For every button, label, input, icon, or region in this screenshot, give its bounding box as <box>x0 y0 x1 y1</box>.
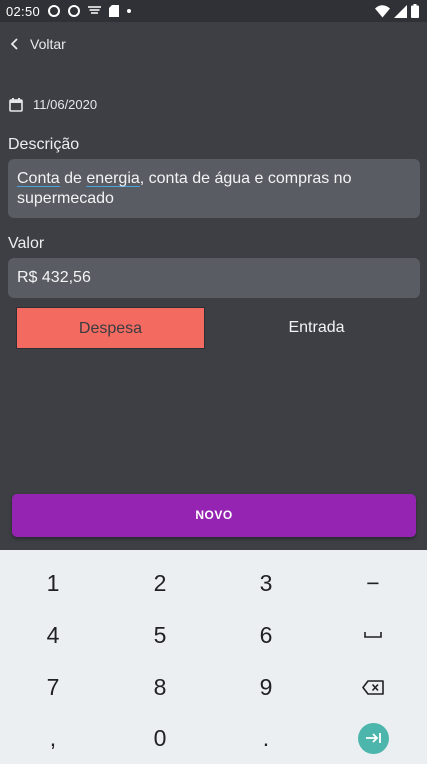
circle-notification-icon <box>48 5 60 17</box>
key-9[interactable]: 9 <box>213 661 319 713</box>
key-space[interactable] <box>320 609 426 661</box>
key-8[interactable]: 8 <box>107 661 213 713</box>
space-icon <box>364 632 382 638</box>
key-1[interactable]: 1 <box>0 557 106 609</box>
key-period[interactable]: . <box>213 712 319 764</box>
key-enter[interactable] <box>320 712 426 764</box>
key-6[interactable]: 6 <box>213 609 319 661</box>
enter-button-circle <box>357 722 389 754</box>
expense-form-screen: Voltar 11/06/2020 Descrição Conta de ene… <box>0 22 427 550</box>
numeric-keyboard: 1 2 3 − 4 5 6 7 8 9 , 0 . <box>0 550 427 764</box>
wifi-signal-icon <box>88 6 101 14</box>
status-time: 02:50 <box>6 4 41 19</box>
description-text-part: de <box>59 170 87 187</box>
back-button[interactable]: Voltar <box>10 36 66 52</box>
description-input[interactable]: Conta de energia, conta de água e compra… <box>8 159 420 218</box>
calendar-icon <box>9 97 23 112</box>
chevron-left-icon <box>10 38 18 50</box>
cell-signal-icon <box>394 4 407 18</box>
new-entry-button[interactable]: NOVO <box>12 494 416 537</box>
status-left-icons <box>48 4 131 18</box>
key-3[interactable]: 3 <box>213 557 319 609</box>
battery-icon <box>411 4 419 18</box>
dot-icon <box>127 9 131 13</box>
backspace-icon <box>362 679 384 695</box>
income-type-button[interactable]: Entrada <box>222 307 411 349</box>
status-right-icons <box>375 3 419 19</box>
wifi-icon <box>375 4 390 17</box>
amount-input[interactable]: R$ 432,56 <box>8 258 420 298</box>
key-0[interactable]: 0 <box>107 712 213 764</box>
circle-notification-icon <box>68 5 80 17</box>
sd-card-icon <box>109 5 119 17</box>
key-backspace[interactable] <box>320 661 426 713</box>
key-comma[interactable]: , <box>0 712 106 764</box>
amount-label: Valor <box>8 235 45 252</box>
description-text-part: energia <box>86 170 140 187</box>
back-label: Voltar <box>30 36 66 52</box>
status-bar: 02:50 <box>0 0 427 22</box>
key-5[interactable]: 5 <box>107 609 213 661</box>
description-label: Descrição <box>8 136 80 153</box>
key-7[interactable]: 7 <box>0 661 106 713</box>
enter-icon <box>365 733 381 743</box>
key-minus[interactable]: − <box>320 557 426 609</box>
date-picker[interactable]: 11/06/2020 <box>9 97 97 112</box>
expense-type-button[interactable]: Despesa <box>16 307 205 349</box>
key-4[interactable]: 4 <box>0 609 106 661</box>
key-2[interactable]: 2 <box>107 557 213 609</box>
description-text-part: Conta <box>17 170 60 187</box>
date-value: 11/06/2020 <box>33 97 98 112</box>
